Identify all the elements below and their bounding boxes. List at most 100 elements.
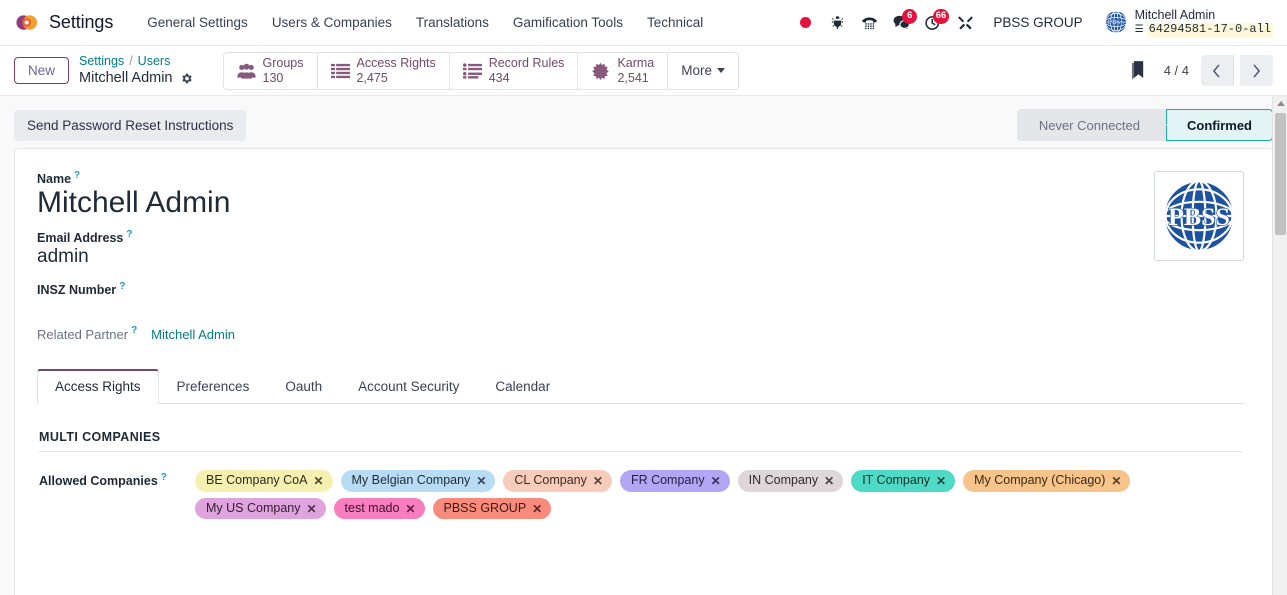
pager-next-button[interactable]: [1239, 55, 1273, 86]
stat-label-access-rights: Access Rights: [356, 55, 436, 70]
field-name: Name ? Mitchell Admin: [37, 170, 1136, 220]
remove-tag-icon[interactable]: ✕: [824, 475, 834, 487]
pbss-logo-image[interactable]: PBSS: [1154, 171, 1244, 261]
remove-tag-icon[interactable]: ✕: [306, 503, 316, 515]
company-tag-label: test mado: [344, 500, 400, 515]
bookmark-icon[interactable]: [1119, 61, 1158, 80]
stat-value-karma: 2,541: [617, 70, 649, 85]
remove-tag-icon[interactable]: ✕: [532, 503, 542, 515]
odoo-logo-icon[interactable]: [14, 11, 38, 35]
chevron-down-icon: [717, 68, 726, 73]
scrollbar-thumb[interactable]: [1275, 113, 1286, 235]
company-tag[interactable]: PBSS GROUP ✕: [432, 497, 552, 520]
send-password-reset-button[interactable]: Send Password Reset Instructions: [14, 109, 247, 141]
scroll-up-arrow-icon[interactable]: [1273, 96, 1287, 111]
breadcrumb-item-settings[interactable]: Settings: [79, 54, 124, 70]
stat-button-groups[interactable]: Groups 130: [223, 52, 318, 89]
help-icon-insz[interactable]: ?: [119, 281, 125, 292]
menu-item-general-settings[interactable]: General Settings: [135, 9, 260, 36]
activities-clock-icon[interactable]: 66: [918, 8, 950, 38]
help-icon-name[interactable]: ?: [74, 170, 80, 181]
tab-panel-access-rights: MULTI COMPANIES Allowed Companies ? BE C…: [37, 404, 1244, 520]
stat-text-access-rights: Access Rights 2,475: [357, 56, 436, 86]
status-stage-confirmed[interactable]: Confirmed: [1152, 109, 1273, 141]
pager-previous-button[interactable]: [1200, 55, 1234, 86]
status-stage-never-connected[interactable]: Never Connected: [1016, 109, 1166, 141]
field-value-related-partner[interactable]: Mitchell Admin: [151, 327, 235, 342]
menu-item-technical[interactable]: Technical: [635, 9, 715, 36]
app-title: Settings: [49, 12, 114, 32]
remove-tag-icon[interactable]: ✕: [711, 475, 721, 487]
tab-oauth[interactable]: Oauth: [267, 369, 340, 404]
remove-tag-icon[interactable]: ✕: [476, 475, 486, 487]
tools-icon[interactable]: [950, 8, 980, 38]
messages-icon[interactable]: 6: [886, 8, 918, 38]
database-row: ☰ 64294581-17-0-all: [1135, 21, 1273, 37]
menu-item-translations[interactable]: Translations: [404, 9, 501, 36]
menu-item-users-companies[interactable]: Users & Companies: [260, 9, 404, 36]
tab-calendar[interactable]: Calendar: [477, 369, 568, 404]
pager: 4 / 4: [1158, 55, 1273, 86]
field-value-email[interactable]: admin: [37, 245, 1136, 270]
tab-preferences[interactable]: Preferences: [159, 369, 268, 404]
company-tag[interactable]: My US Company ✕: [195, 497, 326, 520]
pager-count[interactable]: 4 / 4: [1158, 63, 1195, 78]
notebook-tabs: Access Rights Preferences Oauth Account …: [37, 369, 1244, 405]
field-label-allowed-companies-text: Allowed Companies: [39, 474, 158, 489]
record-dot-icon[interactable]: [790, 8, 820, 38]
field-label-related-partner-text: Related Partner: [37, 327, 129, 343]
tab-access-rights[interactable]: Access Rights: [37, 369, 159, 405]
field-label-name-text: Name: [37, 172, 72, 186]
help-icon-related-partner[interactable]: ?: [131, 325, 137, 336]
gear-icon[interactable]: [180, 72, 193, 85]
company-tag[interactable]: test mado ✕: [333, 497, 425, 520]
company-tag[interactable]: FR Company ✕: [619, 470, 730, 492]
user-menu[interactable]: PBSS Mitchell Admin ☰ 64294581-17-0-all: [1098, 6, 1277, 38]
messages-badge: 6: [902, 8, 918, 24]
field-value-name[interactable]: Mitchell Admin: [37, 185, 1136, 220]
allowed-companies-tags[interactable]: BE Company CoA ✕ My Belgian Company ✕ CL…: [195, 470, 1242, 520]
phone-icon[interactable]: [854, 8, 884, 38]
company-tag[interactable]: My Company (Chicago) ✕: [963, 470, 1131, 492]
remove-tag-icon[interactable]: ✕: [1111, 475, 1121, 487]
remove-tag-icon[interactable]: ✕: [593, 475, 603, 487]
stat-button-karma[interactable]: Karma 2,541: [578, 52, 669, 89]
record-rules-list-icon: [462, 62, 482, 79]
company-tag-label: BE Company CoA: [206, 473, 308, 488]
tab-account-security[interactable]: Account Security: [340, 369, 477, 404]
menu-item-gamification-tools[interactable]: Gamification Tools: [501, 9, 635, 36]
company-tag[interactable]: IT Company ✕: [851, 470, 956, 492]
stat-button-access-rights[interactable]: Access Rights 2,475: [317, 52, 450, 89]
help-icon-allowed-companies[interactable]: ?: [161, 472, 167, 483]
new-record-button[interactable]: New: [14, 57, 70, 84]
bug-icon[interactable]: [822, 8, 852, 38]
top-navbar: Settings General Settings Users & Compan…: [0, 0, 1287, 46]
remove-tag-icon[interactable]: ✕: [405, 503, 415, 515]
help-icon-email[interactable]: ?: [126, 229, 132, 240]
company-tag[interactable]: My Belgian Company ✕: [340, 470, 496, 492]
company-tag-label: IT Company: [862, 473, 931, 488]
company-tag[interactable]: IN Company ✕: [737, 470, 844, 492]
vertical-scrollbar[interactable]: [1272, 96, 1287, 595]
group-title-multi-companies: MULTI COMPANIES: [39, 430, 1242, 453]
stat-more-dropdown[interactable]: More: [668, 52, 739, 89]
remove-tag-icon[interactable]: ✕: [936, 475, 946, 487]
main-menu: General Settings Users & Companies Trans…: [135, 9, 715, 36]
stat-button-record-rules[interactable]: Record Rules 434: [449, 52, 579, 89]
company-tag[interactable]: BE Company CoA ✕: [195, 470, 333, 492]
company-tag-label: My US Company: [206, 500, 301, 515]
pbss-globe-avatar: PBSS: [1104, 10, 1128, 34]
breadcrumb-item-users[interactable]: Users: [138, 54, 171, 70]
stat-value-access-rights: 2,475: [356, 70, 388, 85]
stat-value-record-rules: 434: [488, 70, 510, 85]
database-name: 64294581-17-0-all: [1146, 21, 1273, 37]
field-label-email: Email Address ?: [37, 229, 133, 246]
breadcrumb-path: Settings / Users: [79, 54, 192, 70]
stat-text-karma: Karma 2,541: [617, 56, 654, 86]
field-label-email-text: Email Address: [37, 231, 124, 246]
company-tag-label: My Company (Chicago): [974, 473, 1106, 488]
activities-badge: 66: [932, 8, 950, 24]
remove-tag-icon[interactable]: ✕: [313, 475, 323, 487]
company-switcher[interactable]: PBSS GROUP: [984, 11, 1091, 34]
company-tag[interactable]: CL Company ✕: [503, 470, 612, 492]
